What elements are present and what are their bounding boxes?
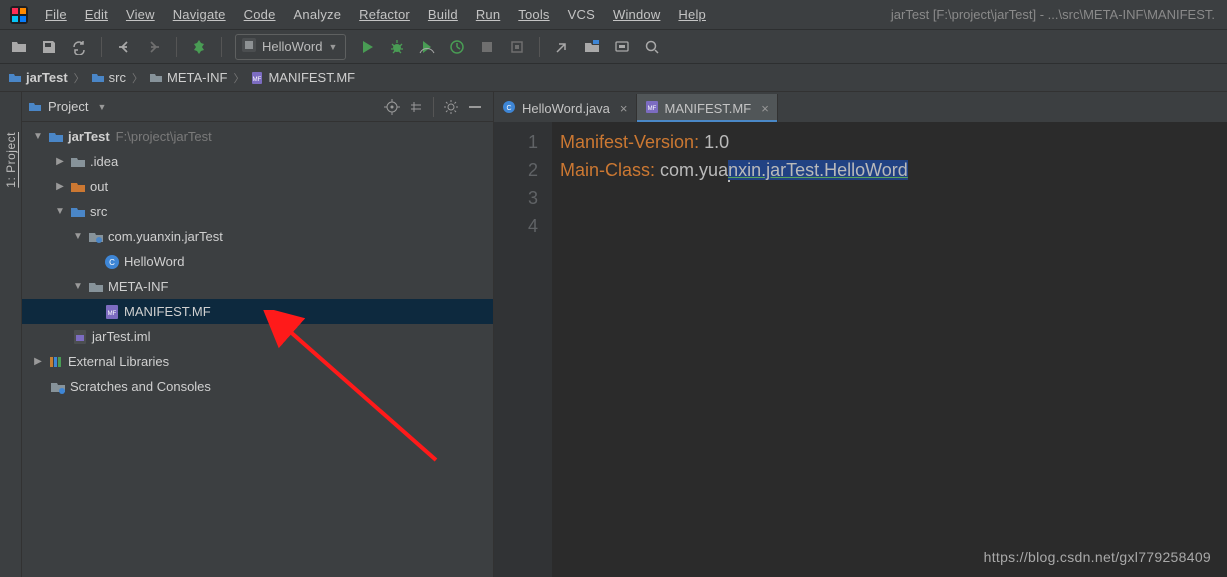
menu-build[interactable]: Build bbox=[419, 5, 467, 24]
project-structure-button[interactable] bbox=[579, 34, 605, 60]
menu-file[interactable]: File bbox=[36, 5, 76, 24]
tree-src[interactable]: ▼ src bbox=[22, 199, 493, 224]
settings-button[interactable] bbox=[549, 34, 575, 60]
stop-button[interactable] bbox=[474, 34, 500, 60]
menu-help[interactable]: Help bbox=[669, 5, 715, 24]
redeploy-button[interactable] bbox=[504, 34, 530, 60]
profile-button[interactable] bbox=[444, 34, 470, 60]
window-title: jarTest [F:\project\jarTest] - ...\src\M… bbox=[891, 7, 1221, 22]
editor-tab-helloword[interactable]: C HelloWord.java × bbox=[494, 94, 637, 122]
menu-code[interactable]: Code bbox=[235, 5, 285, 24]
menu-refactor[interactable]: Refactor bbox=[350, 5, 419, 24]
svg-text:MF: MF bbox=[108, 311, 117, 317]
search-everywhere-button[interactable] bbox=[639, 34, 665, 60]
menu-run[interactable]: Run bbox=[467, 5, 509, 24]
sync-button[interactable] bbox=[66, 34, 92, 60]
tool-window-stripe: 1: Project bbox=[0, 92, 22, 577]
breadcrumb-metainf[interactable]: META-INF bbox=[149, 70, 227, 85]
tree-scratches[interactable]: Scratches and Consoles bbox=[22, 374, 493, 399]
editor-tab-label: HelloWord.java bbox=[522, 101, 610, 116]
code-content[interactable]: Manifest-Version: 1.0 Main-Class: com.yu… bbox=[552, 122, 1227, 577]
breadcrumb-root[interactable]: jarTest bbox=[8, 70, 68, 85]
project-view-selector[interactable]: Project ▼ bbox=[28, 99, 106, 114]
menu-view[interactable]: View bbox=[117, 5, 164, 24]
app-logo-icon bbox=[10, 6, 28, 24]
editor-pane: C HelloWord.java × MF MANIFEST.MF × 1 2 … bbox=[494, 92, 1227, 577]
run-config-label: HelloWord bbox=[262, 39, 322, 54]
breadcrumb-file[interactable]: MF MANIFEST.MF bbox=[250, 70, 355, 85]
project-tree: ▼ jarTest F:\project\jarTest ▶ .idea ▶ o… bbox=[22, 122, 493, 577]
code-editor[interactable]: 1 2 3 4 Manifest-Version: 1.0 Main-Class… bbox=[494, 122, 1227, 577]
run-button[interactable] bbox=[354, 34, 380, 60]
tree-class-helloword[interactable]: C HelloWord bbox=[22, 249, 493, 274]
hide-button[interactable] bbox=[463, 95, 487, 119]
editor-tab-bar: C HelloWord.java × MF MANIFEST.MF × bbox=[494, 92, 1227, 122]
svg-text:MF: MF bbox=[253, 77, 262, 83]
coverage-button[interactable] bbox=[414, 34, 440, 60]
editor-tab-label: MANIFEST.MF bbox=[665, 101, 752, 116]
menu-edit[interactable]: Edit bbox=[76, 5, 117, 24]
expand-all-button[interactable] bbox=[404, 95, 428, 119]
tree-package[interactable]: ▼ com.yuanxin.jarTest bbox=[22, 224, 493, 249]
chevron-down-icon: ▼ bbox=[328, 42, 337, 52]
line-gutter: 1 2 3 4 bbox=[494, 122, 552, 577]
application-icon bbox=[242, 38, 256, 55]
tree-metainf[interactable]: ▼ META-INF bbox=[22, 274, 493, 299]
project-tool-window: Project ▼ ▼ jarTest F:\project\jarTest ▶… bbox=[22, 92, 494, 577]
watermark: https://blog.csdn.net/gxl779258409 bbox=[984, 549, 1211, 565]
debug-button[interactable] bbox=[384, 34, 410, 60]
build-button[interactable] bbox=[186, 34, 212, 60]
project-tool-tab[interactable]: 1: Project bbox=[4, 132, 18, 188]
close-icon[interactable]: × bbox=[620, 101, 628, 116]
menu-window[interactable]: Window bbox=[604, 5, 669, 24]
project-pane-header: Project ▼ bbox=[22, 92, 493, 122]
menu-tools[interactable]: Tools bbox=[509, 5, 558, 24]
menu-navigate[interactable]: Navigate bbox=[164, 5, 235, 24]
menu-analyze[interactable]: Analyze bbox=[285, 5, 351, 24]
breadcrumb-src[interactable]: src bbox=[91, 70, 126, 85]
save-all-button[interactable] bbox=[36, 34, 62, 60]
run-config-selector[interactable]: HelloWord ▼ bbox=[235, 34, 346, 60]
tree-manifest[interactable]: MF MANIFEST.MF bbox=[22, 299, 493, 324]
chevron-down-icon: ▼ bbox=[97, 102, 106, 112]
svg-text:C: C bbox=[109, 258, 115, 267]
main-toolbar: HelloWord ▼ bbox=[0, 30, 1227, 64]
main-menu-bar: File Edit View Navigate Code Analyze Ref… bbox=[0, 0, 1227, 30]
svg-text:C: C bbox=[506, 105, 511, 112]
svg-text:MF: MF bbox=[647, 106, 656, 112]
sdk-button[interactable] bbox=[609, 34, 635, 60]
tree-external-libs[interactable]: ▶ External Libraries bbox=[22, 349, 493, 374]
menu-vcs[interactable]: VCS bbox=[559, 5, 604, 24]
tree-out[interactable]: ▶ out bbox=[22, 174, 493, 199]
tree-idea[interactable]: ▶ .idea bbox=[22, 149, 493, 174]
tree-root[interactable]: ▼ jarTest F:\project\jarTest bbox=[22, 124, 493, 149]
breadcrumb: jarTest 〉 src 〉 META-INF 〉 MF MANIFEST.M… bbox=[0, 64, 1227, 92]
open-file-button[interactable] bbox=[6, 34, 32, 60]
java-file-icon: C bbox=[502, 100, 516, 117]
locate-button[interactable] bbox=[380, 95, 404, 119]
editor-tab-manifest[interactable]: MF MANIFEST.MF × bbox=[637, 94, 778, 122]
nav-back-button[interactable] bbox=[111, 34, 137, 60]
close-icon[interactable]: × bbox=[761, 101, 769, 116]
nav-forward-button[interactable] bbox=[141, 34, 167, 60]
tree-iml[interactable]: jarTest.iml bbox=[22, 324, 493, 349]
settings-gear-icon[interactable] bbox=[439, 95, 463, 119]
manifest-file-icon: MF bbox=[645, 100, 659, 117]
